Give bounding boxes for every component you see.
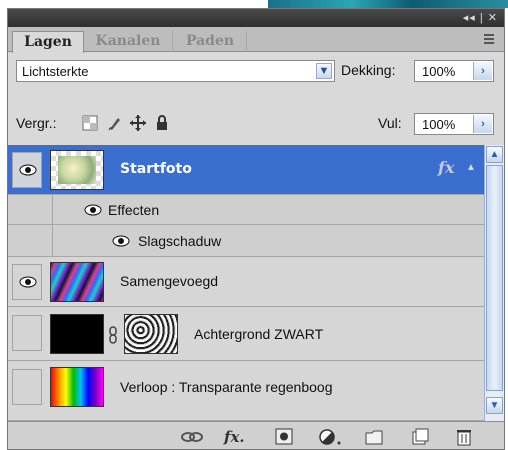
layer-row-verloop[interactable]: Verloop : Transparante regenboog — [8, 361, 484, 421]
layer-name: Achtergrond ZWART — [194, 326, 324, 342]
expand-arrow-icon[interactable]: ▲ — [466, 162, 476, 173]
layer-row-startfoto[interactable]: Startfoto fx ▲ — [8, 145, 484, 195]
chain-link-icon[interactable] — [108, 326, 118, 344]
effects-row[interactable]: Effecten — [8, 195, 484, 225]
eye-icon[interactable] — [84, 204, 102, 216]
panel-titlebar-controls[interactable]: ◂◂ | ✕ — [463, 11, 498, 24]
panel-titlebar: ◂◂ | ✕ — [8, 9, 504, 27]
eye-icon — [19, 276, 37, 288]
layer-row-achtergrond-zwart[interactable]: Achtergrond ZWART — [8, 307, 484, 361]
visibility-toggle[interactable] — [12, 264, 42, 300]
lock-label: Vergr.: — [16, 115, 57, 131]
scrollbar-thumb[interactable] — [486, 165, 503, 391]
lock-all-icon[interactable] — [154, 115, 170, 131]
layer-name: Startfoto — [120, 161, 192, 177]
visibility-toggle[interactable] — [12, 315, 42, 351]
opacity-label: Dekking: — [341, 62, 396, 78]
fx-icon[interactable]: fx. — [224, 428, 245, 446]
eye-icon — [19, 164, 37, 176]
opacity-arrow-icon[interactable]: › — [473, 62, 492, 80]
effects-indent — [8, 225, 53, 257]
opacity-field[interactable]: 100% › — [414, 60, 494, 82]
drop-shadow-label: Slagschaduw — [138, 233, 222, 249]
layer-thumbnail — [50, 367, 104, 407]
panel-tabs: Lagen Kanalen Paden — [8, 27, 504, 53]
layer-thumbnail — [50, 314, 104, 354]
drop-shadow-row[interactable]: Slagschaduw — [8, 225, 484, 257]
opacity-value: 100% — [422, 64, 456, 79]
chevron-down-icon[interactable]: ▼ — [316, 63, 332, 79]
layer-mask-icon[interactable] — [274, 428, 294, 446]
layer-name: Samengevoegd — [120, 273, 219, 289]
panel-footer: fx. — [8, 421, 504, 449]
layer-thumbnail — [50, 262, 104, 302]
lock-transparent-icon[interactable] — [82, 115, 98, 131]
new-group-icon[interactable] — [364, 428, 384, 446]
layer-thumbnail — [50, 150, 104, 190]
layers-panel: ◂◂ | ✕ Lagen Kanalen Paden Lichtsterkte … — [7, 8, 505, 450]
tab-paden[interactable]: Paden — [174, 31, 247, 51]
layers-scrollbar[interactable]: ▲ ▼ — [484, 145, 504, 421]
scroll-up-icon[interactable]: ▲ — [486, 146, 503, 163]
blend-mode-select[interactable]: Lichtsterkte ▼ — [16, 60, 335, 82]
trash-icon[interactable] — [454, 428, 474, 446]
fill-arrow-icon[interactable]: › — [473, 115, 492, 133]
background-image-strip — [268, 0, 508, 8]
fill-value: 100% — [422, 117, 456, 132]
tab-lagen[interactable]: Lagen — [12, 31, 84, 53]
link-layers-icon[interactable] — [180, 428, 204, 446]
effects-label: Effecten — [108, 202, 160, 218]
eye-icon[interactable] — [112, 235, 130, 247]
lock-row: Vergr.: Vul: 100% › — [8, 88, 504, 147]
lock-position-icon[interactable] — [130, 115, 146, 131]
blend-row: Lichtsterkte ▼ Dekking: 100% › — [8, 52, 504, 88]
scroll-down-icon[interactable]: ▼ — [486, 397, 503, 414]
visibility-toggle[interactable] — [12, 369, 42, 405]
panel-menu-icon[interactable] — [482, 33, 496, 45]
fill-field[interactable]: 100% › — [414, 113, 494, 135]
adjustment-layer-icon[interactable] — [318, 428, 344, 446]
layer-mask-thumbnail[interactable] — [124, 314, 178, 354]
fx-icon[interactable]: fx — [438, 158, 454, 177]
blend-mode-value: Lichtsterkte — [22, 64, 89, 79]
tab-kanalen[interactable]: Kanalen — [84, 31, 173, 51]
layer-row-samengevoegd[interactable]: Samengevoegd — [8, 257, 484, 307]
new-layer-icon[interactable] — [410, 428, 430, 446]
visibility-toggle[interactable] — [12, 152, 42, 188]
layer-list: Startfoto fx ▲ Effecten Slagschaduw Same… — [8, 145, 484, 421]
photo-thumbnail — [58, 156, 96, 184]
effects-indent — [8, 195, 53, 225]
layer-name: Verloop : Transparante regenboog — [120, 379, 333, 395]
lock-paint-icon[interactable] — [107, 115, 123, 131]
fill-label: Vul: — [378, 115, 402, 131]
